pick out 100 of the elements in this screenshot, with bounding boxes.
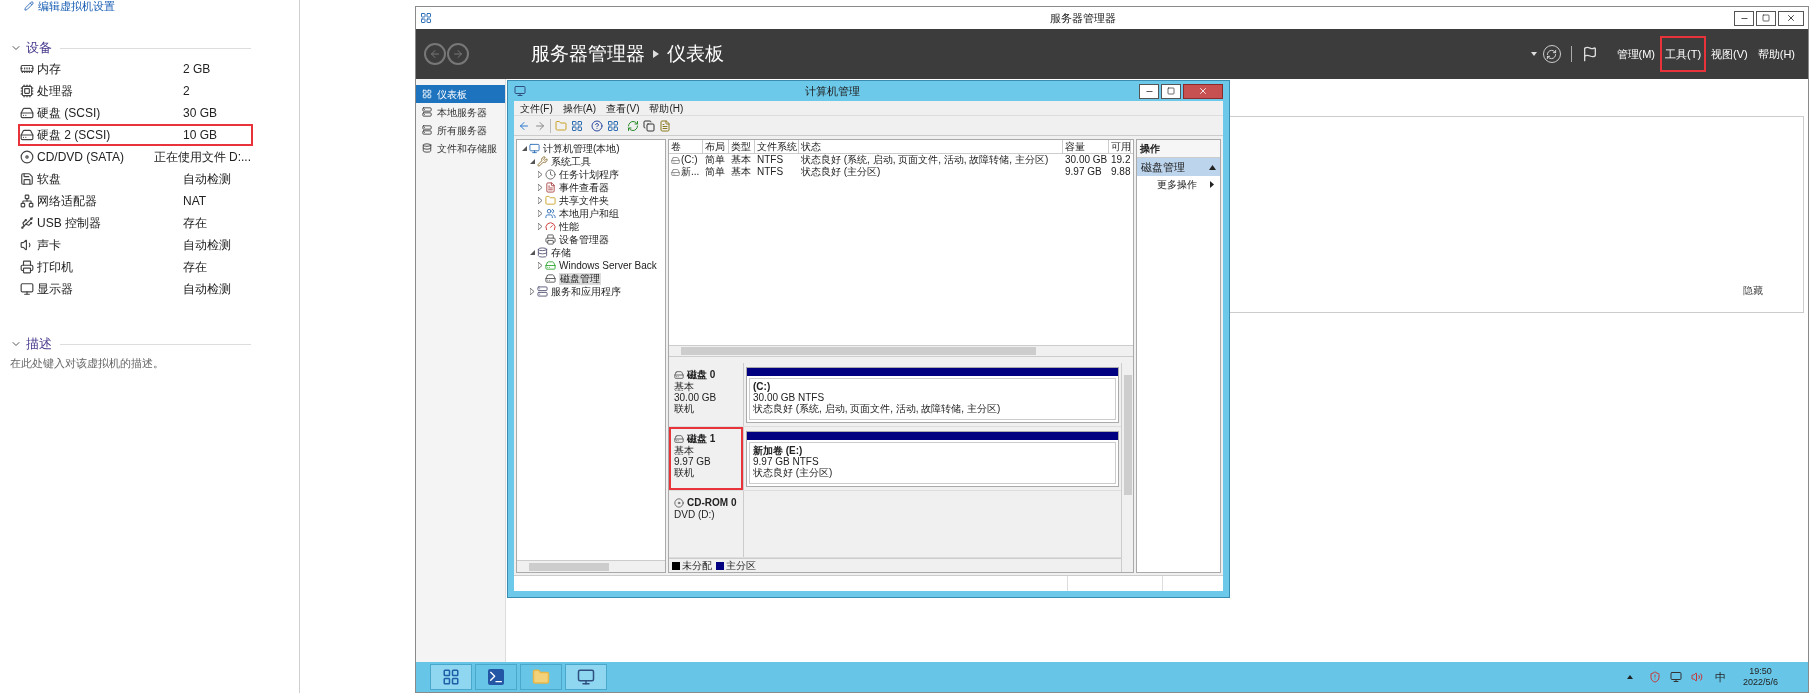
menu-button[interactable]: 视图(V) bbox=[1706, 36, 1753, 72]
nav-item[interactable]: 本地服务器 bbox=[416, 103, 505, 121]
device-name[interactable]: USB 控制器 bbox=[37, 214, 183, 232]
tree-item[interactable]: 本地用户和组 bbox=[559, 207, 619, 220]
collapsed-icon[interactable] bbox=[538, 262, 542, 269]
clock-time[interactable]: 19:50 bbox=[1749, 666, 1772, 677]
tree-item[interactable]: 磁盘管理 bbox=[559, 272, 601, 285]
disk-label-panel[interactable]: 磁盘 1 基本 9.97 GB 联机 bbox=[669, 427, 743, 490]
tree-item[interactable]: 设备管理器 bbox=[559, 233, 609, 246]
network-icon[interactable] bbox=[1669, 671, 1682, 683]
disk-name: 磁盘 1 bbox=[687, 433, 716, 445]
partition-block[interactable]: 新加卷 (E:) 9.97 GB NTFS 状态良好 (主分区) bbox=[746, 431, 1119, 487]
menu-item[interactable]: 文件(F) bbox=[520, 100, 553, 116]
collapsed-icon[interactable] bbox=[538, 197, 542, 204]
collapsed-icon[interactable] bbox=[530, 288, 534, 295]
close-button[interactable] bbox=[1183, 83, 1223, 99]
nav-item[interactable]: 所有服务器 bbox=[416, 121, 505, 139]
forward-button[interactable] bbox=[447, 43, 469, 65]
flag-alert-icon[interactable] bbox=[1648, 671, 1661, 683]
minimize-button[interactable] bbox=[1139, 83, 1159, 99]
minimize-button[interactable] bbox=[1734, 10, 1754, 26]
actions-section[interactable]: 磁盘管理 bbox=[1137, 158, 1220, 176]
back-icon[interactable] bbox=[518, 119, 530, 132]
column-header[interactable]: 类型 bbox=[729, 140, 755, 153]
tree-item[interactable]: 存储 bbox=[551, 246, 571, 259]
device-name[interactable]: 打印机 bbox=[37, 258, 183, 276]
refresh-icon bbox=[1546, 48, 1557, 60]
column-header[interactable]: 状态 bbox=[799, 140, 1063, 153]
collapse-icon[interactable] bbox=[1209, 164, 1216, 170]
disk-label-panel[interactable]: 磁盘 0 基本 30.00 GB 联机 bbox=[669, 363, 743, 426]
breadcrumb-item[interactable]: 服务器管理器 bbox=[531, 39, 645, 69]
tree-item[interactable]: 事件查看器 bbox=[559, 181, 609, 194]
menu-item[interactable]: 操作(A) bbox=[562, 100, 597, 116]
export-icon[interactable] bbox=[659, 119, 671, 132]
horizontal-scrollbar[interactable] bbox=[517, 560, 665, 572]
column-header[interactable]: 卷 bbox=[669, 140, 703, 153]
nav-item[interactable]: 仪表板 bbox=[416, 85, 505, 103]
computer-management-taskbar-button[interactable] bbox=[565, 664, 607, 690]
horizontal-scrollbar[interactable] bbox=[669, 345, 1133, 357]
back-button[interactable] bbox=[424, 43, 446, 65]
description-field[interactable]: 在此处键入对该虚拟机的描述。 bbox=[10, 356, 250, 374]
collapsed-icon[interactable] bbox=[538, 210, 542, 217]
more-actions-item[interactable]: 更多操作 bbox=[1157, 176, 1197, 192]
vertical-scrollbar[interactable] bbox=[1121, 363, 1133, 572]
expanded-icon[interactable] bbox=[529, 159, 535, 164]
device-name[interactable]: 显示器 bbox=[37, 280, 183, 298]
speaker-icon[interactable] bbox=[1690, 671, 1703, 683]
collapsed-icon[interactable] bbox=[538, 223, 542, 230]
tree-item[interactable]: 服务和应用程序 bbox=[551, 285, 621, 298]
tree-item[interactable]: 任务计划程序 bbox=[559, 168, 619, 181]
tree-item[interactable]: 系统工具 bbox=[551, 155, 591, 168]
hide-link[interactable]: 隐藏 bbox=[1743, 283, 1763, 298]
refresh-icon[interactable] bbox=[627, 119, 639, 132]
device-name[interactable]: CD/DVD (SATA) bbox=[37, 148, 154, 166]
input-method-button[interactable]: 中 bbox=[1714, 668, 1726, 686]
menu-button[interactable]: 帮助(H) bbox=[1752, 36, 1800, 72]
properties-icon[interactable] bbox=[643, 119, 655, 132]
device-name[interactable]: 硬盘 (SCSI) bbox=[37, 104, 183, 122]
column-header[interactable]: 文件系统 bbox=[755, 140, 799, 153]
disk-label-panel[interactable]: CD-ROM 0 DVD (D:) bbox=[669, 491, 743, 557]
show-action-pane-icon[interactable] bbox=[607, 119, 619, 132]
column-header[interactable]: 容量 bbox=[1063, 140, 1109, 153]
disk-info: 联机 bbox=[674, 403, 695, 414]
clock-date[interactable]: 2022/5/6 bbox=[1742, 677, 1778, 688]
menu-button[interactable]: 管理(M) bbox=[1611, 36, 1660, 72]
edit-settings-link[interactable]: 编辑虚拟机设置 bbox=[38, 0, 115, 12]
column-header[interactable]: 可用 bbox=[1109, 140, 1131, 153]
tree-item[interactable]: 计算机管理(本地) bbox=[543, 142, 620, 155]
flag-icon[interactable] bbox=[1581, 46, 1598, 62]
collapsed-icon[interactable] bbox=[538, 184, 542, 191]
drive-icon bbox=[545, 273, 556, 284]
drive-icon bbox=[671, 167, 680, 177]
tray-expand-icon[interactable] bbox=[1626, 675, 1633, 679]
device-name[interactable]: 网络适配器 bbox=[37, 192, 183, 210]
nav-item[interactable]: 文件和存储服 bbox=[416, 139, 505, 157]
device-name[interactable]: 内存 bbox=[37, 60, 183, 78]
column-header[interactable]: 布局 bbox=[703, 140, 729, 153]
menu-item[interactable]: 查看(V) bbox=[606, 100, 640, 116]
server-manager-taskbar-button[interactable] bbox=[430, 664, 472, 690]
close-button[interactable] bbox=[1778, 10, 1804, 26]
tree-item[interactable]: 共享文件夹 bbox=[559, 194, 609, 207]
show-tree-icon[interactable] bbox=[571, 119, 583, 132]
collapsed-icon[interactable] bbox=[538, 171, 542, 178]
partition-block[interactable]: (C:) 30.00 GB NTFS 状态良好 (系统, 启动, 页面文件, 活动, 故障转储, 主分区) bbox=[746, 367, 1119, 423]
expanded-icon[interactable] bbox=[521, 146, 527, 151]
expanded-icon[interactable] bbox=[529, 250, 535, 255]
menu-button[interactable]: 工具(T) bbox=[1660, 36, 1707, 72]
dropdown-icon[interactable] bbox=[1530, 52, 1537, 56]
menu-item[interactable]: 帮助(H) bbox=[649, 100, 684, 116]
maximize-button[interactable] bbox=[1756, 10, 1776, 26]
powershell-taskbar-button[interactable] bbox=[475, 664, 517, 690]
help-icon[interactable] bbox=[591, 119, 603, 132]
device-name[interactable]: 硬盘 2 (SCSI) bbox=[37, 126, 183, 144]
device-name[interactable]: 处理器 bbox=[37, 82, 183, 100]
tree-item[interactable]: 性能 bbox=[559, 220, 579, 233]
breadcrumb-item[interactable]: 仪表板 bbox=[667, 39, 724, 69]
device-name[interactable]: 软盘 bbox=[37, 170, 183, 188]
device-name[interactable]: 声卡 bbox=[37, 236, 183, 254]
tree-item[interactable]: Windows Server Back bbox=[559, 259, 657, 272]
maximize-button[interactable] bbox=[1161, 83, 1181, 99]
